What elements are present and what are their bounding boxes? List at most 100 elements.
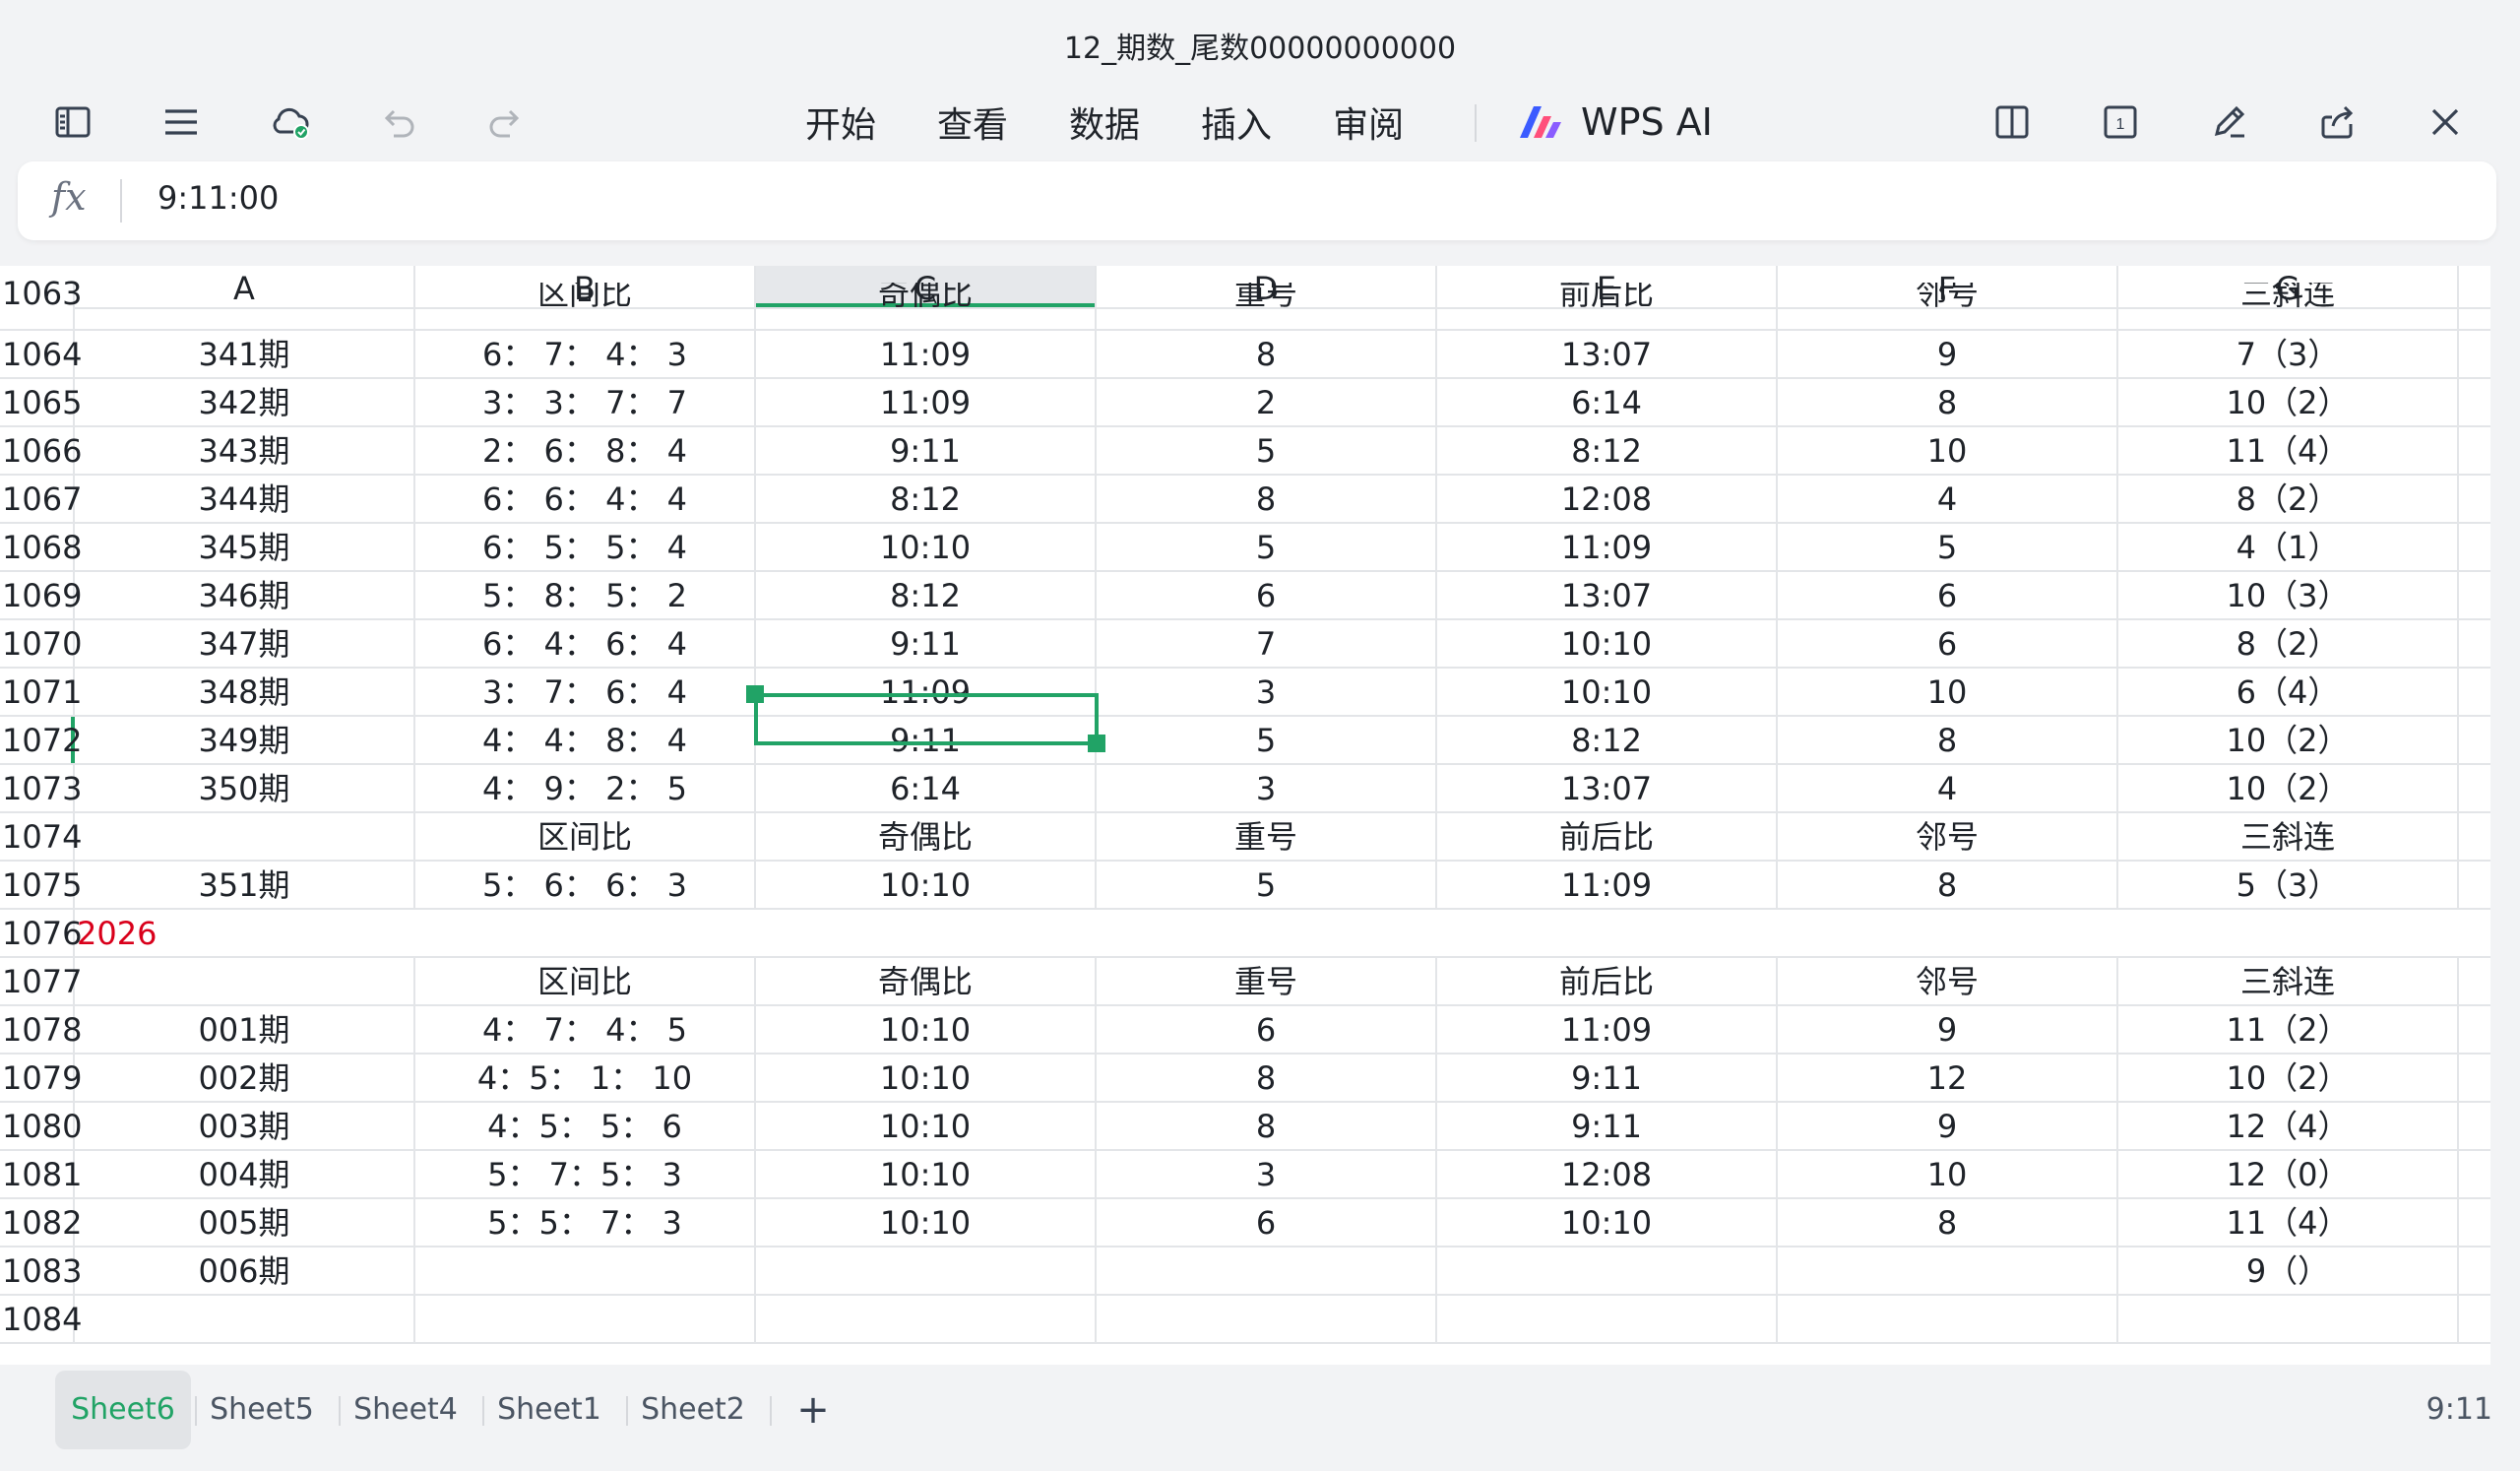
cell-c-1084[interactable]: [756, 1296, 1097, 1342]
cell-a-1077[interactable]: [75, 958, 415, 1004]
page-count-icon[interactable]: 1: [2085, 91, 2156, 154]
cell-c-1075[interactable]: 10:10: [756, 862, 1097, 908]
cell-d-1080[interactable]: 8: [1097, 1103, 1437, 1149]
cell-b-1083[interactable]: [415, 1247, 756, 1294]
cell-g-1079[interactable]: 10（2）: [2118, 1055, 2459, 1101]
selection-fill-handle[interactable]: [1088, 735, 1105, 752]
cell-e-1082[interactable]: 10:10: [1437, 1199, 1778, 1246]
cell-a-1079[interactable]: 002期: [75, 1055, 415, 1101]
cell-f-1066[interactable]: 10: [1778, 427, 2118, 474]
cell-d-1072[interactable]: 5: [1097, 717, 1437, 763]
cell-b-1072[interactable]: 4： 4： 8： 4: [415, 717, 756, 763]
cell-f-1075[interactable]: 8: [1778, 862, 2118, 908]
cell-b-1075[interactable]: 5： 6： 6： 3: [415, 862, 756, 908]
cell-d-1077[interactable]: 重号: [1097, 958, 1437, 1004]
cell-c-1077[interactable]: 奇偶比: [756, 958, 1097, 1004]
cell-c-1074[interactable]: 奇偶比: [756, 813, 1097, 860]
cell-g-1069[interactable]: 10（3）: [2118, 572, 2459, 618]
cell-c-1073[interactable]: 6:14: [756, 765, 1097, 811]
cell-d-1081[interactable]: 3: [1097, 1151, 1437, 1197]
selection-top-left-handle[interactable]: [746, 685, 764, 703]
cell-f-1080[interactable]: 9: [1778, 1103, 2118, 1149]
cell-e-1083[interactable]: [1437, 1247, 1778, 1294]
cell-a-1066[interactable]: 343期: [75, 427, 415, 474]
menu-item-start[interactable]: 开始: [805, 96, 876, 148]
cell-g-1083[interactable]: 9（）: [2118, 1247, 2459, 1294]
row-header[interactable]: 1076: [0, 910, 82, 956]
cell-f-1084[interactable]: [1778, 1296, 2118, 1342]
cell-a-1067[interactable]: 344期: [75, 476, 415, 522]
cell-g-1072[interactable]: 10（2）: [2118, 717, 2459, 763]
cell-e-1077[interactable]: 前后比: [1437, 958, 1778, 1004]
row-header[interactable]: 1079: [0, 1055, 82, 1101]
row-header[interactable]: 1082: [0, 1199, 82, 1246]
sheet-tab-sheet2[interactable]: Sheet2: [632, 1371, 754, 1449]
cell-a-1080[interactable]: 003期: [75, 1103, 415, 1149]
edit-pen-icon[interactable]: [2193, 91, 2264, 154]
cell-e-1075[interactable]: 11:09: [1437, 862, 1778, 908]
cell-e-1069[interactable]: 13:07: [1437, 572, 1778, 618]
cell-a-1065[interactable]: 342期: [75, 379, 415, 425]
cell-f-1067[interactable]: 4: [1778, 476, 2118, 522]
formula-input[interactable]: 9:11:00: [158, 179, 279, 217]
cell-g-1080[interactable]: 12（4）: [2118, 1103, 2459, 1149]
cell-c-1082[interactable]: 10:10: [756, 1199, 1097, 1246]
row-header[interactable]: 1069: [0, 572, 82, 618]
row-header[interactable]: 1064: [0, 331, 82, 377]
cell-f-1078[interactable]: 9: [1778, 1006, 2118, 1053]
cell-d-1066[interactable]: 5: [1097, 427, 1437, 474]
cell-b-1082[interactable]: 5：5： 7： 3: [415, 1199, 756, 1246]
cell-b-1077[interactable]: 区间比: [415, 958, 756, 1004]
cell-e-1067[interactable]: 12:08: [1437, 476, 1778, 522]
cell-d-1079[interactable]: 8: [1097, 1055, 1437, 1101]
row-header[interactable]: 1083: [0, 1247, 82, 1294]
row-header[interactable]: 1078: [0, 1006, 82, 1053]
cell-a-1069[interactable]: 346期: [75, 572, 415, 618]
cell-c-1071[interactable]: 11:09: [756, 669, 1097, 715]
menu-item-data[interactable]: 数据: [1069, 96, 1140, 148]
cell-a-1076[interactable]: 2026: [75, 910, 2459, 956]
wps-ai-button[interactable]: WPS AI: [1516, 91, 1713, 154]
row-header[interactable]: 1080: [0, 1103, 82, 1149]
sheet-tab-sheet1[interactable]: Sheet1: [488, 1371, 610, 1449]
sheet-tab-sheet4[interactable]: Sheet4: [345, 1371, 467, 1449]
cell-e-1079[interactable]: 9:11: [1437, 1055, 1778, 1101]
cell-b-1071[interactable]: 3： 7： 6： 4: [415, 669, 756, 715]
row-header[interactable]: 1072: [0, 717, 82, 763]
row-header[interactable]: 1081: [0, 1151, 82, 1197]
cell-c-1066[interactable]: 9:11: [756, 427, 1097, 474]
row-header[interactable]: 1073: [0, 765, 82, 811]
cell-c-1067[interactable]: 8:12: [756, 476, 1097, 522]
cell-e-1084[interactable]: [1437, 1296, 1778, 1342]
cell-e-1073[interactable]: 13:07: [1437, 765, 1778, 811]
cell-d-1084[interactable]: [1097, 1296, 1437, 1342]
cell-c-1070[interactable]: 9:11: [756, 620, 1097, 667]
cell-f-1079[interactable]: 12: [1778, 1055, 2118, 1101]
cell-f-1082[interactable]: 8: [1778, 1199, 2118, 1246]
row-header[interactable]: 1075: [0, 862, 82, 908]
cell-c-1064[interactable]: 11:09: [756, 331, 1097, 377]
menu-item-insert[interactable]: 插入: [1201, 96, 1272, 148]
cell-d-1064[interactable]: 8: [1097, 331, 1437, 377]
cell-c-1068[interactable]: 10:10: [756, 524, 1097, 570]
cell-b-1079[interactable]: 4：5： 1： 10: [415, 1055, 756, 1101]
cell-a-1071[interactable]: 348期: [75, 669, 415, 715]
cell-d-1078[interactable]: 6: [1097, 1006, 1437, 1053]
cell-g-1070[interactable]: 8（2）: [2118, 620, 2459, 667]
cell-b-1080[interactable]: 4：5： 5： 6: [415, 1103, 756, 1149]
sheet-tab-sheet5[interactable]: Sheet5: [201, 1371, 323, 1449]
menu-item-review[interactable]: 审阅: [1333, 96, 1404, 148]
redo-icon[interactable]: [471, 91, 541, 154]
row-header[interactable]: 1066: [0, 427, 82, 474]
cell-b-1081[interactable]: 5： 7：5： 3: [415, 1151, 756, 1197]
cell-e-1072[interactable]: 8:12: [1437, 717, 1778, 763]
cell-g-1071[interactable]: 6（4）: [2118, 669, 2459, 715]
cell-a-1075[interactable]: 351期: [75, 862, 415, 908]
cell-a-1073[interactable]: 350期: [75, 765, 415, 811]
cell-c-1080[interactable]: 10:10: [756, 1103, 1097, 1149]
formula-bar[interactable]: fx 9:11:00: [18, 161, 2496, 240]
cell-f-1063[interactable]: 邻号: [1778, 283, 2118, 329]
cell-a-1070[interactable]: 347期: [75, 620, 415, 667]
cell-a-1081[interactable]: 004期: [75, 1151, 415, 1197]
cell-b-1070[interactable]: 6： 4： 6： 4: [415, 620, 756, 667]
